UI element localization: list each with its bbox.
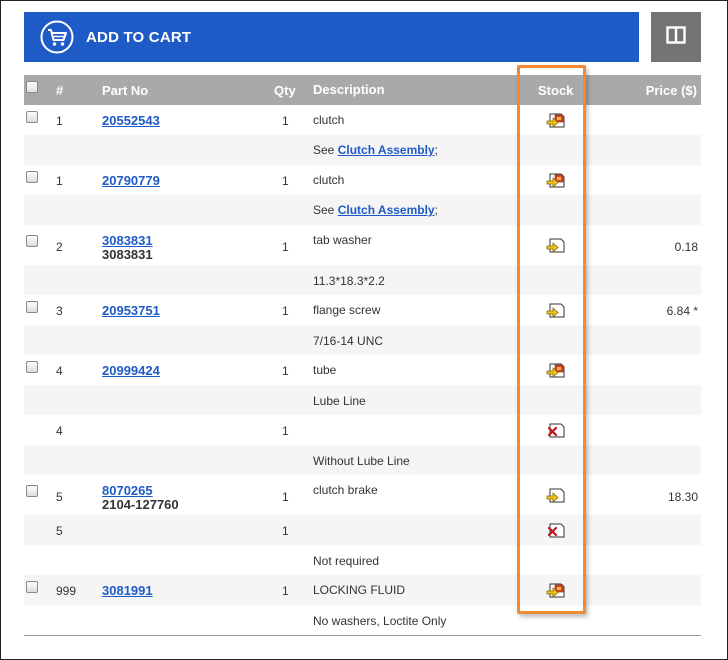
part-description: LOCKING FLUID (313, 583, 406, 597)
part-number-link[interactable]: 20790779 (102, 173, 160, 188)
unit-price: 6.84 * (666, 304, 698, 318)
see-reference: See Clutch Assembly; (313, 143, 438, 157)
table-row: 4 20999424 1 tube (24, 355, 701, 385)
part-note: No washers, Loctite Only (313, 614, 447, 628)
quantity: 1 (282, 114, 289, 128)
part-description: clutch brake (313, 483, 378, 497)
row-select-checkbox[interactable] (26, 485, 38, 497)
item-number: 4 (56, 364, 63, 378)
table-row: 3 20953751 1 flange screw 6.84 * (24, 295, 701, 325)
quantity: 1 (282, 524, 289, 538)
quantity: 1 (282, 304, 289, 318)
part-description: tab washer (313, 233, 372, 247)
see-suffix: ; (434, 143, 438, 157)
part-note: Lube Line (313, 394, 366, 408)
row-select-checkbox[interactable] (26, 235, 38, 247)
table-header: # Part No Qty Description Stock Price ($… (24, 75, 701, 105)
row-select-checkbox[interactable] (26, 111, 38, 123)
table-row: 2 3083831 3083831 1 tab washer 0.18 (24, 225, 701, 265)
header-part-no[interactable]: Part No (102, 83, 148, 98)
row-select-checkbox[interactable] (26, 581, 38, 593)
part-description: clutch (313, 173, 345, 187)
item-number: 3 (56, 304, 63, 318)
assembly-link[interactable]: Clutch Assembly (338, 143, 435, 157)
header-num: # (56, 83, 64, 98)
superseded-part-number: 3083831 (102, 247, 153, 262)
quantity: 1 (282, 584, 289, 598)
table-row: 1 20790779 1 clutch (24, 165, 701, 195)
see-suffix: ; (434, 203, 438, 217)
quantity: 1 (282, 490, 289, 504)
select-all-checkbox[interactable] (26, 81, 38, 93)
header-price[interactable]: Price ($) (646, 83, 697, 98)
table-note-row: No washers, Loctite Only (24, 605, 701, 635)
table-row: 1 20552543 1 clutch (24, 105, 701, 135)
part-number-link[interactable]: 8070265 (102, 483, 153, 498)
table-note-row: 7/16-14 UNC (24, 325, 701, 355)
quantity: 1 (282, 364, 289, 378)
unit-price: 0.18 (674, 240, 698, 254)
row-select-checkbox[interactable] (26, 171, 38, 183)
item-number: 2 (56, 240, 63, 254)
part-description: flange screw (313, 303, 381, 317)
quantity: 1 (282, 240, 289, 254)
table-note-row: Not required (24, 545, 701, 575)
toggle-columns-button[interactable] (651, 12, 701, 62)
part-note: 7/16-14 UNC (313, 334, 384, 348)
header-description[interactable]: Description (313, 82, 385, 97)
cart-icon (40, 20, 74, 54)
see-label: See (313, 143, 338, 157)
item-number: 5 (56, 490, 63, 504)
part-note: 11.3*18.3*2.2 (313, 274, 385, 288)
assembly-link[interactable]: Clutch Assembly (338, 203, 435, 217)
table-row: 41 (24, 415, 701, 445)
item-number: 1 (56, 174, 63, 188)
see-label: See (313, 203, 338, 217)
see-reference: See Clutch Assembly; (313, 203, 438, 217)
quantity: 1 (282, 424, 289, 438)
add-to-cart-button[interactable]: ADD TO CART (24, 12, 639, 62)
row-select-checkbox[interactable] (26, 361, 38, 373)
table-row: 5 8070265 2104-127760 1 clutch brake 18.30 (24, 475, 701, 515)
header-qty[interactable]: Qty (274, 83, 296, 98)
table-row: 999 3081991 1 LOCKING FLUID (24, 575, 701, 605)
stock-column-highlight (517, 65, 586, 614)
table-row: 51 (24, 515, 701, 545)
part-number-link[interactable]: 3083831 (102, 233, 153, 248)
table-note-row: Without Lube Line (24, 445, 701, 475)
table-bottom-rule (24, 635, 701, 636)
item-number: 4 (56, 424, 63, 438)
part-number-link[interactable]: 20999424 (102, 363, 160, 378)
part-number-link[interactable]: 3081991 (102, 583, 153, 598)
item-number: 999 (56, 584, 77, 598)
table-note-row: See Clutch Assembly; (24, 195, 701, 225)
part-number-link[interactable]: 20552543 (102, 113, 160, 128)
item-number: 5 (56, 524, 63, 538)
part-description: tube (313, 363, 337, 377)
part-number-link[interactable]: 20953751 (102, 303, 160, 318)
table-body: 1 20552543 1 clutch See Clutch Assembly; 1 207… (24, 105, 701, 635)
superseded-part-number: 2104-127760 (102, 497, 179, 512)
part-note: Without Lube Line (313, 454, 410, 468)
part-note: Not required (313, 554, 380, 568)
unit-price: 18.30 (667, 490, 698, 504)
quantity: 1 (282, 174, 289, 188)
add-to-cart-label: ADD TO CART (86, 28, 192, 46)
table-note-row: See Clutch Assembly; (24, 135, 701, 165)
row-select-checkbox[interactable] (26, 301, 38, 313)
parts-table: # Part No Qty Description Stock Price ($… (24, 75, 701, 635)
columns-icon (666, 25, 686, 49)
table-note-row: Lube Line (24, 385, 701, 415)
table-note-row: 11.3*18.3*2.2 (24, 265, 701, 295)
part-description: clutch (313, 113, 345, 127)
item-number: 1 (56, 114, 63, 128)
